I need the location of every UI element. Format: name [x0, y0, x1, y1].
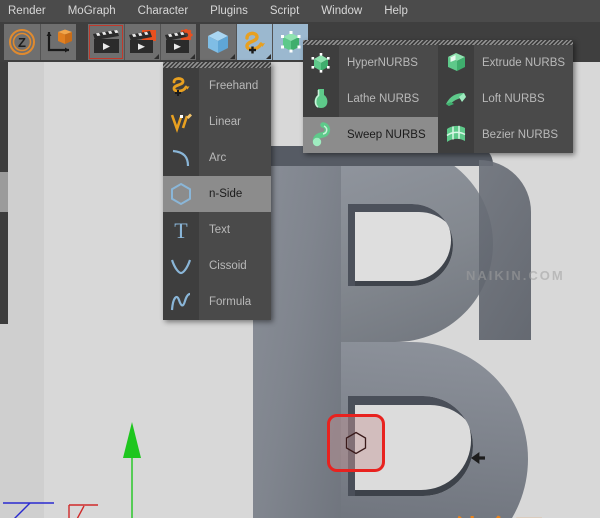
nurbs-item-loft-nurbs[interactable]: Loft NURBS — [438, 81, 573, 117]
spline-item-cissoid[interactable]: Cissoid — [163, 248, 271, 284]
spline-item-formula-label: Formula — [199, 284, 271, 320]
menu-plugins[interactable]: Plugins — [199, 0, 259, 22]
watermark-faint: NAIKIN.COM — [466, 268, 565, 283]
letter-b-right-shading — [479, 160, 531, 340]
axis-x — [69, 505, 98, 518]
menu-help[interactable]: Help — [373, 0, 419, 22]
nurbs-item-hypernurbs-label: HyperNURBS — [339, 45, 438, 81]
nurbs-item-loft-nurbs-label: Loft NURBS — [474, 81, 573, 117]
spline-item-text[interactable]: T Text — [163, 212, 271, 248]
menu-script[interactable]: Script — [259, 0, 310, 22]
z-axis-lock-icon[interactable]: Z — [4, 24, 40, 60]
spline-item-freehand[interactable]: Freehand — [163, 68, 271, 104]
freehand-icon — [163, 68, 199, 104]
menu-bar: Render MoGraph Character Plugins Script … — [0, 0, 600, 22]
menu-mograph[interactable]: MoGraph — [57, 0, 127, 22]
lathe-nurbs-icon — [303, 81, 339, 117]
spline-item-text-label: Text — [199, 212, 271, 248]
loft-nurbs-icon — [438, 81, 474, 117]
sweep-nurbs-icon — [303, 117, 339, 153]
nurbs-item-bezier-nurbs-label: Bezier NURBS — [474, 117, 573, 153]
spline-dropdown-menu[interactable]: Freehand Linear Arc — [163, 62, 271, 320]
spline-item-cissoid-label: Cissoid — [199, 248, 271, 284]
nurbs-item-bezier-nurbs[interactable]: Bezier NURBS — [438, 117, 573, 153]
render-region-icon[interactable] — [124, 24, 160, 60]
spline-pen-icon[interactable] — [236, 24, 272, 60]
nurbs-column-2: Extrude NURBS Loft NURBS — [438, 40, 573, 153]
expand-corner-icon — [266, 54, 271, 59]
render-settings-icon[interactable] — [160, 24, 196, 60]
nurbs-item-sweep-nurbs-label: Sweep NURBS — [339, 117, 438, 153]
spline-item-arc[interactable]: Arc — [163, 140, 271, 176]
n-side-polygon-icon — [344, 431, 368, 455]
axis-gizmo[interactable]: Y — [0, 412, 170, 518]
application-window: Render MoGraph Character Plugins Script … — [0, 0, 600, 518]
nurbs-column-1: HyperNURBS Lathe NURBS — [303, 40, 438, 153]
nurbs-item-lathe-nurbs-label: Lathe NURBS — [339, 81, 438, 117]
expand-corner-icon — [190, 54, 195, 59]
nurbs-item-extrude-nurbs-label: Extrude NURBS — [474, 45, 573, 81]
nurbs-dropdown-menu[interactable]: HyperNURBS Lathe NURBS — [303, 40, 573, 153]
extrude-nurbs-icon — [438, 45, 474, 81]
formula-icon — [163, 284, 199, 320]
hypernurbs-icon — [303, 45, 339, 81]
menu-character[interactable]: Character — [127, 0, 200, 22]
svg-text:T: T — [174, 218, 188, 243]
spline-item-freehand-label: Freehand — [199, 68, 271, 104]
n-side-icon — [163, 176, 199, 212]
spline-item-formula[interactable]: Formula — [163, 284, 271, 320]
menu-render[interactable]: Render — [0, 0, 57, 22]
viewport-edge-tab[interactable] — [0, 172, 8, 212]
nurbs-item-lathe-nurbs[interactable]: Lathe NURBS — [303, 81, 438, 117]
axis-z — [3, 503, 54, 518]
axis-y: Y — [123, 422, 141, 518]
menu-window[interactable]: Window — [310, 0, 373, 22]
nurbs-item-extrude-nurbs[interactable]: Extrude NURBS — [438, 45, 573, 81]
nurbs-item-sweep-nurbs[interactable]: Sweep NURBS — [303, 117, 438, 153]
expand-corner-icon — [230, 54, 235, 59]
cissoid-icon — [163, 248, 199, 284]
object-axis-icon[interactable] — [40, 24, 76, 60]
text-icon: T — [163, 212, 199, 248]
letter-b-upper-counter — [348, 204, 453, 286]
expand-corner-icon — [154, 54, 159, 59]
render-view-icon[interactable] — [88, 24, 124, 60]
spline-item-arc-label: Arc — [199, 140, 271, 176]
n-side-highlight[interactable] — [327, 414, 385, 472]
bezier-nurbs-icon — [438, 117, 474, 153]
svg-text:Z: Z — [18, 35, 26, 50]
nurbs-item-hypernurbs[interactable]: HyperNURBS — [303, 45, 438, 81]
linear-icon — [163, 104, 199, 140]
spline-item-n-side[interactable]: n-Side — [163, 176, 271, 212]
spline-item-linear[interactable]: Linear — [163, 104, 271, 140]
arc-icon — [163, 140, 199, 176]
3d-letter-b[interactable] — [243, 146, 573, 518]
spline-item-linear-label: Linear — [199, 104, 271, 140]
spline-item-n-side-label: n-Side — [199, 176, 271, 212]
primitive-cube-icon[interactable] — [200, 24, 236, 60]
